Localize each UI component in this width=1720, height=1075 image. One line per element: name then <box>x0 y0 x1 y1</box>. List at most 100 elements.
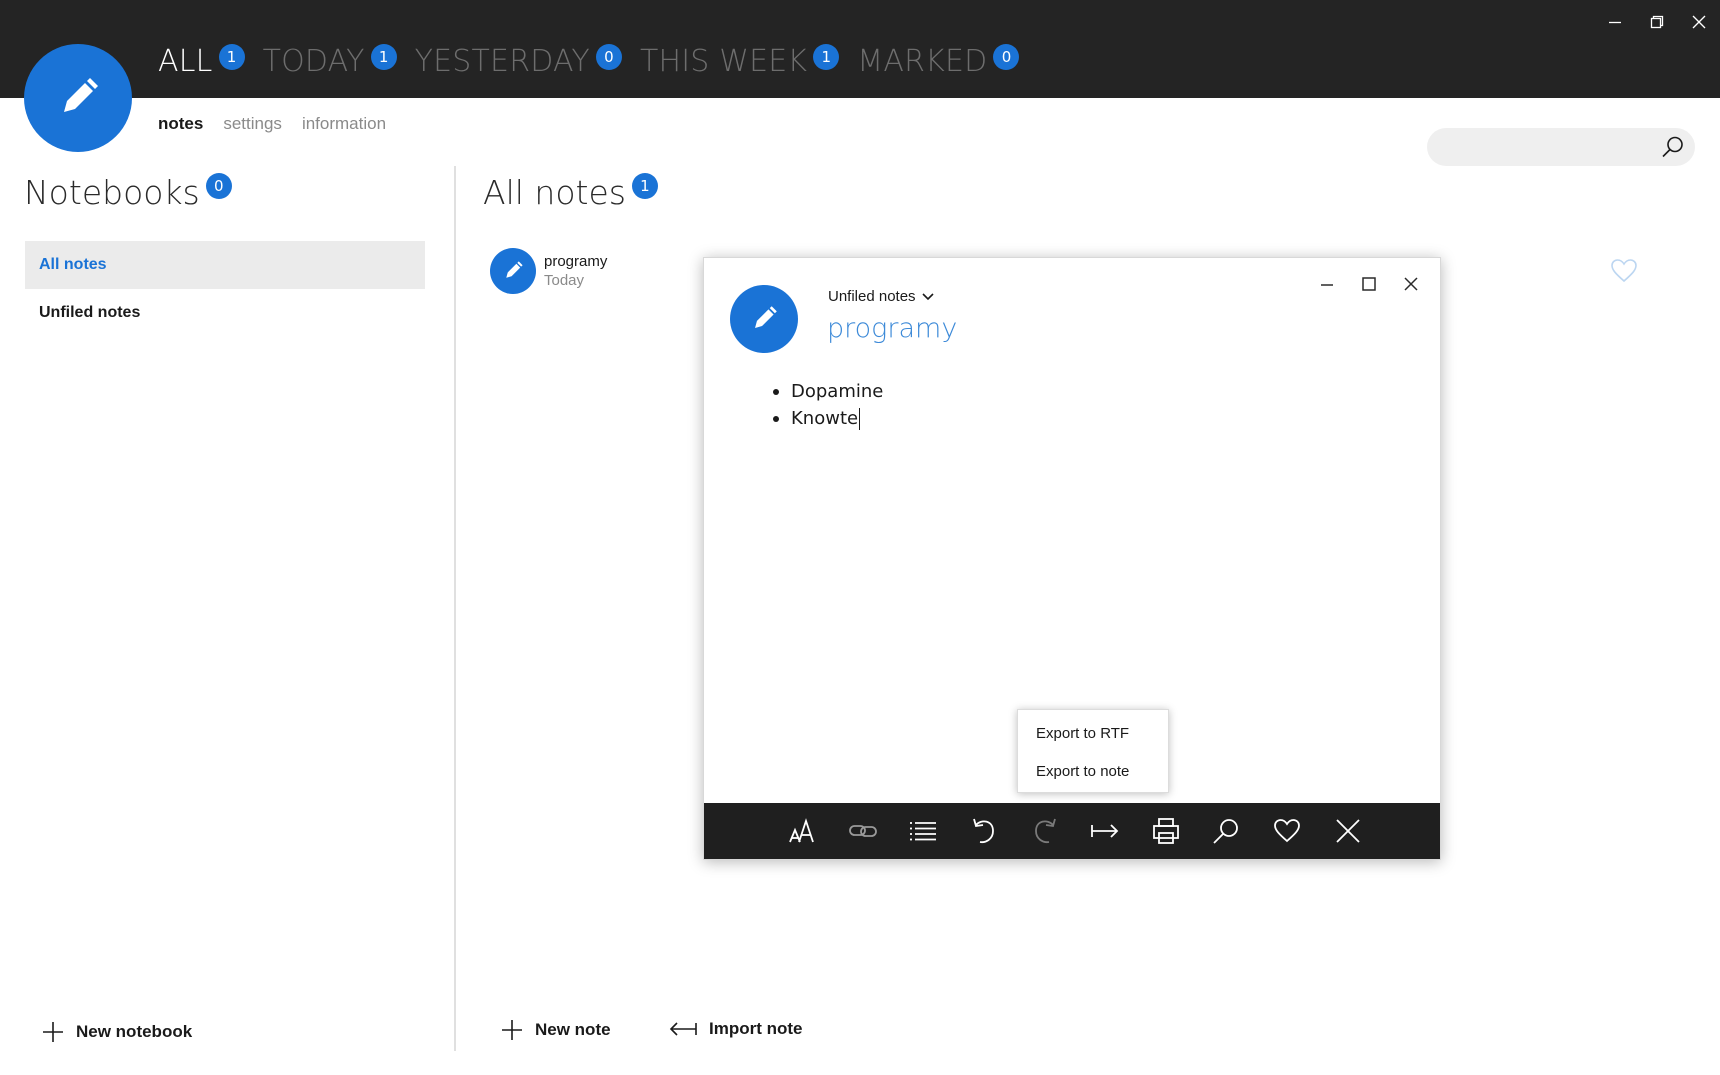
plus-icon <box>502 1020 522 1040</box>
list-item: Dopamine <box>744 378 1394 405</box>
redo-button[interactable] <box>1014 803 1075 859</box>
heart-icon <box>1274 819 1300 843</box>
new-note-label: New note <box>535 1020 611 1039</box>
import-note-label: Import note <box>709 1019 803 1038</box>
notebook-dropdown[interactable]: Unfiled notes <box>828 288 934 305</box>
link-button[interactable] <box>833 803 894 859</box>
heart-icon[interactable] <box>1610 258 1638 283</box>
count-badge: 1 <box>631 173 658 199</box>
restore-button[interactable] <box>1636 0 1678 44</box>
editor-note-avatar <box>730 285 798 353</box>
note-body-editor[interactable]: Dopamine Knowte <box>744 378 1394 432</box>
count-badge: 1 <box>813 44 840 70</box>
notebook-item-unfiled-notes[interactable]: Unfiled notes <box>25 289 425 337</box>
search-button[interactable] <box>1196 803 1257 859</box>
indent-icon <box>1091 824 1119 838</box>
bullet-list: Dopamine Knowte <box>744 378 1394 432</box>
import-note-button[interactable]: Import note <box>669 1019 803 1039</box>
filter-label: ALL <box>158 44 213 79</box>
new-note-button[interactable]: New note <box>501 1019 611 1041</box>
list-button[interactable] <box>893 803 954 859</box>
editor-minimize-button[interactable] <box>1306 270 1348 298</box>
column-divider <box>454 166 456 1051</box>
new-notebook-label: New notebook <box>76 1022 193 1041</box>
restore-icon <box>1650 15 1664 29</box>
filter-tabs: ALL 1 TODAY 1 YESTERDAY 0 THIS WEEK 1 MA… <box>158 40 1037 84</box>
bullet-dot <box>773 415 779 422</box>
editor-close-button[interactable] <box>1390 270 1432 298</box>
font-size-button[interactable] <box>772 803 833 859</box>
search-icon <box>1213 819 1239 844</box>
indent-button[interactable] <box>1075 803 1136 859</box>
note-date: Today <box>544 272 585 289</box>
search-icon[interactable] <box>1661 135 1685 159</box>
link-icon <box>848 825 877 837</box>
notebook-label: Unfiled notes <box>39 304 141 321</box>
count-badge: 1 <box>370 44 397 70</box>
filter-label: MARKED <box>857 44 988 79</box>
note-text: programy Today <box>544 253 607 289</box>
notes-header: All notes 1 <box>483 171 658 215</box>
pencil-icon <box>755 306 777 328</box>
filter-marked[interactable]: MARKED 0 <box>857 40 1020 84</box>
count-badge: 0 <box>993 44 1020 70</box>
count-badge: 1 <box>218 44 245 70</box>
text-caret <box>859 407 861 430</box>
window-controls <box>1594 0 1720 44</box>
nav-information[interactable]: information <box>302 114 386 134</box>
menu-item-label: Export to RTF <box>1036 724 1130 742</box>
list-icon <box>910 822 937 841</box>
nav-settings[interactable]: settings <box>223 114 282 134</box>
close-icon <box>1336 819 1360 843</box>
app-logo <box>24 44 132 152</box>
export-to-note-item[interactable]: Export to note <box>1018 752 1168 790</box>
search-box <box>1427 128 1695 166</box>
import-arrow-icon <box>669 1022 697 1036</box>
pencil-icon <box>506 261 523 278</box>
nav-notes[interactable]: notes <box>158 114 203 134</box>
search-input[interactable] <box>1427 128 1661 166</box>
title-bar: ALL 1 TODAY 1 YESTERDAY 0 THIS WEEK 1 MA… <box>0 0 1720 98</box>
notes-title: All notes <box>483 173 626 212</box>
print-button[interactable] <box>1136 803 1197 859</box>
export-to-rtf-item[interactable]: Export to RTF <box>1018 714 1168 752</box>
new-notebook-button[interactable]: New notebook <box>42 1021 192 1043</box>
note-item[interactable]: programy Today <box>490 248 607 294</box>
notebook-item-all-notes[interactable]: All notes <box>25 241 425 289</box>
note-title: programy <box>544 253 608 270</box>
menu-item-label: Export to note <box>1036 762 1130 780</box>
count-badge: 0 <box>205 173 232 199</box>
filter-this-week[interactable]: THIS WEEK 1 <box>639 40 840 84</box>
editor-maximize-button[interactable] <box>1348 270 1390 298</box>
minimize-icon <box>1321 284 1333 286</box>
notebook-label: All notes <box>39 256 107 273</box>
editor-toolbar <box>704 803 1440 859</box>
editor-window-controls <box>1306 270 1432 298</box>
delete-button[interactable] <box>1317 803 1378 859</box>
close-button[interactable] <box>1678 0 1720 44</box>
maximize-icon <box>1362 277 1376 291</box>
export-context-menu: Export to RTF Export to note <box>1017 709 1169 793</box>
favorite-button[interactable] <box>1257 803 1318 859</box>
filter-label: YESTERDAY <box>414 44 590 79</box>
notebooks-header: Notebooks 0 <box>24 171 232 215</box>
chevron-down-icon <box>921 292 934 300</box>
filter-today[interactable]: TODAY 1 <box>263 40 397 84</box>
filter-label: THIS WEEK <box>639 44 808 79</box>
note-title-field[interactable]: programy <box>827 313 957 344</box>
minimize-icon <box>1609 21 1621 24</box>
filter-all[interactable]: ALL 1 <box>158 40 245 84</box>
list-item-text: Knowte <box>791 408 859 429</box>
plus-icon <box>43 1022 63 1042</box>
note-editor-window: Unfiled notes programy Dopamine Knowte E… <box>703 257 1441 860</box>
notebooks-title: Notebooks <box>24 173 200 212</box>
filter-yesterday[interactable]: YESTERDAY 0 <box>415 40 622 84</box>
redo-icon <box>1034 818 1056 844</box>
minimize-button[interactable] <box>1594 0 1636 44</box>
notebook-list: All notes Unfiled notes <box>25 241 425 337</box>
undo-button[interactable] <box>954 803 1015 859</box>
close-icon <box>1404 277 1418 291</box>
list-item-text: Dopamine <box>791 381 884 402</box>
bullet-dot <box>773 388 779 395</box>
notebook-dropdown-label: Unfiled notes <box>828 288 916 305</box>
